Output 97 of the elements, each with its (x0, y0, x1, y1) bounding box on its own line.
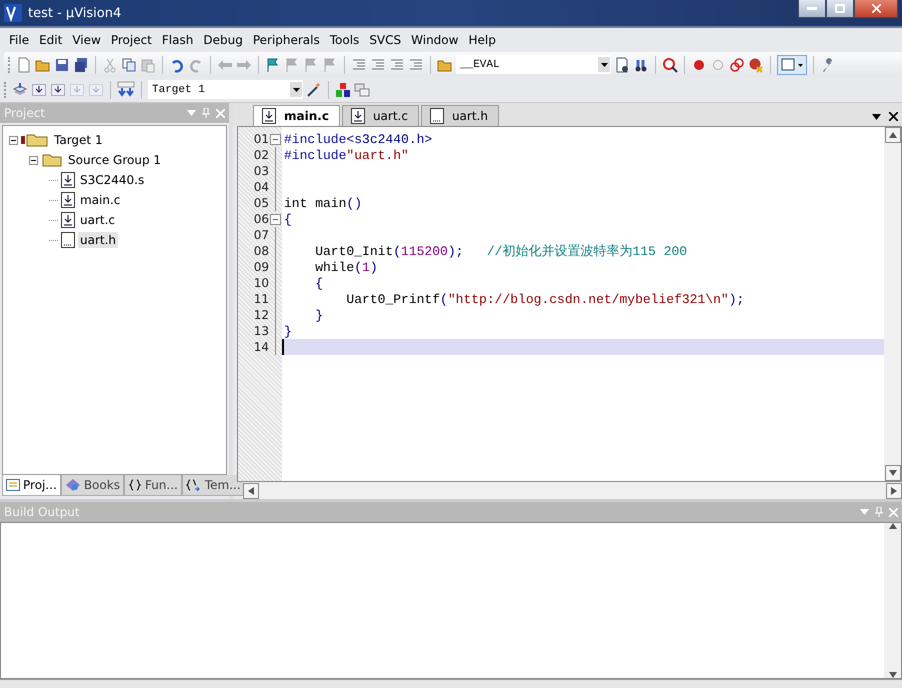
tree-item[interactable]: uart.h (78, 232, 118, 248)
line-number: 12 (252, 308, 269, 322)
save-all-icon[interactable] (73, 56, 89, 72)
dropdown-arrow-icon[interactable] (872, 114, 881, 120)
line-number: 13 (252, 324, 269, 338)
menu-item[interactable]: File (4, 33, 34, 47)
menu-item[interactable]: Project (106, 33, 157, 47)
breakpoint-delete-icon[interactable] (748, 56, 764, 72)
line-number: 02 (252, 148, 269, 162)
scroll-left-icon[interactable] (248, 486, 254, 494)
tree-item[interactable]: main.c (78, 192, 122, 208)
line-number: 14 (252, 340, 269, 354)
flag-icon[interactable] (265, 56, 281, 72)
collapse-icon[interactable] (29, 156, 38, 164)
stack-icon[interactable] (12, 82, 28, 98)
line-number: 03 (252, 164, 269, 178)
line-number: 09 (252, 260, 269, 274)
vertical-scrollbar[interactable] (884, 523, 901, 678)
horizontal-scrollbar[interactable] (243, 482, 902, 499)
load-download-icon[interactable] (117, 80, 135, 98)
lines-icon[interactable] (389, 56, 405, 72)
double-arrow-grid-icon[interactable] (50, 82, 66, 98)
magnifier-icon[interactable] (662, 56, 678, 72)
magic-wand-icon[interactable] (306, 82, 322, 98)
close-button[interactable] (854, 0, 898, 18)
window-title: test - µVision4 (28, 6, 122, 20)
maximize-button[interactable] (826, 0, 854, 18)
tree-item[interactable]: uart.c (78, 212, 118, 228)
save-icon[interactable] (54, 56, 70, 72)
braces-icon (128, 479, 142, 491)
maximize-icon (835, 4, 845, 13)
target-folder-icon (21, 133, 49, 147)
find-combo[interactable]: __EVAL (456, 55, 611, 74)
menu-item[interactable]: Help (463, 33, 501, 47)
file-tab[interactable]: main.c (253, 105, 340, 126)
tree-item[interactable]: Source Group 1 (66, 152, 164, 168)
line-number: 01 (252, 132, 269, 146)
line-number: 08 (252, 244, 269, 258)
braces-arrow-icon (186, 478, 202, 492)
menu-item[interactable]: View (67, 33, 106, 47)
panel-tab[interactable]: Tem... (182, 475, 245, 496)
dropdown-arrow-icon[interactable] (600, 62, 608, 66)
header-file-icon (61, 232, 75, 248)
source-file-icon (262, 108, 276, 124)
line-number: 06 (252, 212, 269, 226)
source-file-icon (61, 172, 75, 188)
menu-item[interactable]: Edit (34, 33, 68, 47)
folder-icon (41, 153, 63, 167)
panel-tab[interactable]: Books (60, 475, 124, 496)
dropdown-arrow-icon[interactable] (292, 88, 300, 92)
target-combo[interactable]: Target 1 (148, 80, 303, 99)
panel-tab[interactable]: Fun... (124, 475, 182, 496)
close-icon[interactable] (889, 112, 898, 121)
panel-tab[interactable]: Proj... (2, 475, 61, 496)
line-number: 11 (252, 292, 269, 306)
grid-icon[interactable] (31, 82, 47, 98)
scroll-down-icon[interactable] (888, 470, 896, 476)
line-number: 10 (252, 276, 269, 290)
line-number: 07 (252, 228, 269, 242)
tree-item[interactable]: S3C2440.s (78, 172, 146, 188)
fold-icon[interactable] (270, 214, 281, 224)
scroll-right-icon[interactable] (891, 486, 897, 494)
line-number: 04 (252, 180, 269, 194)
vertical-scrollbar[interactable] (884, 127, 901, 481)
minimize-button[interactable] (798, 0, 826, 18)
project-window-icon (6, 479, 20, 491)
panel-title: Project (4, 106, 46, 120)
new-file-icon[interactable] (16, 56, 32, 72)
menu-item[interactable]: Debug (198, 33, 248, 47)
menu-item[interactable]: SVCS (364, 33, 406, 47)
menu-item[interactable]: Tools (324, 33, 364, 47)
window-view-icon[interactable] (777, 54, 807, 74)
lines-icon[interactable] (351, 56, 367, 72)
source-file-icon (61, 212, 75, 228)
line-number: 05 (252, 196, 269, 210)
file-tab[interactable]: uart.c (342, 105, 419, 126)
scroll-up-icon[interactable] (888, 132, 896, 138)
source-file-icon (350, 108, 365, 124)
lines-icon[interactable] (408, 56, 424, 72)
copy-icon[interactable] (121, 56, 137, 72)
menu-item[interactable]: Window (406, 33, 464, 47)
lines-icon[interactable] (370, 56, 386, 72)
blocks-icon[interactable] (335, 82, 351, 98)
document-search-icon[interactable] (614, 56, 630, 72)
collapse-icon[interactable] (9, 136, 18, 144)
source-file-icon (61, 192, 75, 208)
book-icon (64, 478, 81, 492)
app-logo-icon (4, 4, 22, 22)
circles-icon[interactable] (729, 56, 745, 72)
minimize-icon (807, 7, 817, 10)
header-file-icon (430, 108, 444, 124)
menu-item[interactable]: Flash (156, 33, 198, 47)
file-tab[interactable]: uart.h (420, 105, 499, 126)
panel-title: Build Output (4, 505, 80, 519)
fold-icon[interactable] (270, 134, 281, 144)
menu-item[interactable]: Peripherals (248, 33, 325, 47)
tree-item[interactable]: Target 1 (52, 132, 105, 148)
